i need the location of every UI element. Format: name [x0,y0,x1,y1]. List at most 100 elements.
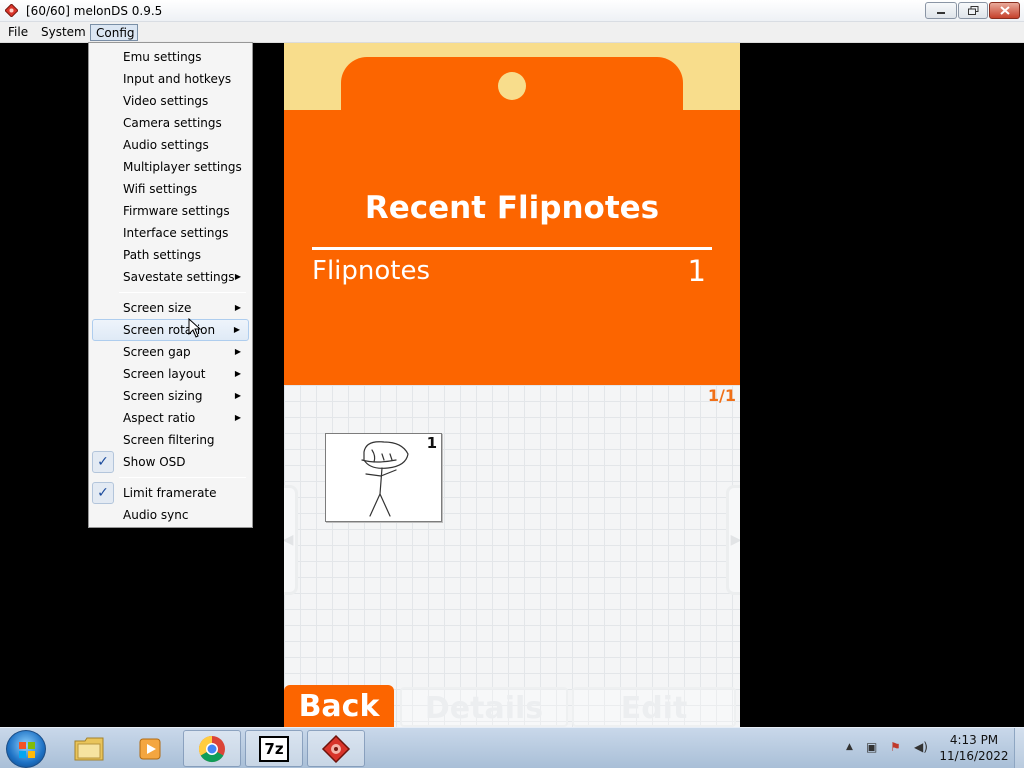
title-divider [312,247,712,250]
taskbar-chrome[interactable] [183,730,241,767]
menu-item-label: Show OSD [123,455,186,469]
menu-screen-size[interactable]: Screen size ▶ [92,297,249,319]
flipnote-thumbnail[interactable]: 1 [325,433,442,522]
menu-config[interactable]: Config [90,24,138,41]
menu-emu-settings[interactable]: Emu settings [92,46,249,68]
menu-item-label: Limit framerate [123,486,217,500]
page-indicator: 1/1 [707,386,736,405]
menu-item-label: Input and hotkeys [123,72,232,86]
arrow-left-icon: ◀ [284,532,294,548]
menu-screen-sizing[interactable]: Screen sizing ▶ [92,385,249,407]
back-button[interactable]: Back [284,685,394,727]
menu-show-osd[interactable]: Show OSD [92,451,249,473]
taskbar-explorer[interactable] [60,730,118,767]
top-dot [498,72,526,100]
submenu-arrow-icon: ▶ [234,413,241,422]
menu-item-label: Aspect ratio [123,411,196,425]
menu-item-label: Path settings [123,248,202,262]
mouse-cursor-icon [188,318,202,338]
menu-item-label: Audio settings [123,138,209,152]
stick-figure-drawing [361,441,409,517]
title-bar: [60/60] melonDS 0.9.5 [0,0,1024,22]
menu-audio-sync[interactable]: Audio sync [92,504,249,526]
menu-audio-settings[interactable]: Audio settings [92,134,249,156]
submenu-arrow-icon: ▶ [234,347,241,356]
ds-display: Recent Flipnotes Flipnotes 1 1/1 ◀ ▶ 1 B [284,43,740,727]
minimize-button[interactable] [925,2,957,19]
volume-icon[interactable]: ◀) [914,740,928,754]
menu-screen-filtering[interactable]: Screen filtering [92,429,249,451]
ds-top-screen: Recent Flipnotes Flipnotes 1 [284,43,740,385]
submenu-arrow-icon: ▶ [234,391,241,400]
taskbar: 7z ▲ ▣ ⚑ ◀) 4:13 PM 11/16/2022 [0,727,1024,768]
7zip-label: 7z [264,739,284,758]
menu-item-label: Audio sync [123,508,189,522]
close-icon [999,6,1010,15]
window-title: [60/60] melonDS 0.9.5 [26,4,163,18]
taskbar-7zip[interactable]: 7z [245,730,303,767]
submenu-arrow-icon: ▶ [234,303,241,312]
menu-multiplayer-settings[interactable]: Multiplayer settings [92,156,249,178]
submenu-arrow-icon: ▶ [233,325,240,334]
show-desktop-button[interactable] [1014,728,1024,768]
taskbar-melonds[interactable] [307,730,365,767]
details-button[interactable]: Details [400,687,568,727]
melonds-app-icon [5,4,18,17]
start-button[interactable] [6,730,46,768]
menu-bar: File System Config [0,22,1024,43]
menu-interface-settings[interactable]: Interface settings [92,222,249,244]
clock-time: 4:13 PM [949,733,999,747]
media-player-icon [139,738,161,759]
thumbnail-number: 1 [426,434,437,452]
menu-item-label: Screen filtering [123,433,215,447]
menu-wifi-settings[interactable]: Wifi settings [92,178,249,200]
tray-expand-icon[interactable]: ▲ [846,742,853,752]
restore-button[interactable] [958,2,988,19]
menu-item-label: Video settings [123,94,209,108]
chrome-icon [198,735,225,762]
menu-item-label: Wifi settings [123,182,198,196]
menu-system[interactable]: System [36,24,91,41]
menu-firmware-settings[interactable]: Firmware settings [92,200,249,222]
submenu-arrow-icon: ▶ [234,272,241,281]
menu-path-settings[interactable]: Path settings [92,244,249,266]
action-center-icon[interactable]: ⚑ [890,740,901,754]
menu-item-label: Multiplayer settings [123,160,242,174]
config-dropdown-menu: Emu settings Input and hotkeys Video set… [88,42,253,528]
7zip-icon: 7z [259,735,289,762]
menu-screen-gap[interactable]: Screen gap ▶ [92,341,249,363]
flipnotes-count: 1 [687,254,706,288]
menu-screen-rotation[interactable]: Screen rotation ▶ [92,319,249,341]
menu-limit-framerate[interactable]: Limit framerate [92,482,249,504]
menu-savestate-settings[interactable]: Savestate settings ▶ [92,266,249,288]
network-icon[interactable]: ▣ [866,740,877,754]
menu-item-label: Screen layout [123,367,206,381]
menu-file[interactable]: File [3,24,33,41]
scroll-left-arrow[interactable]: ◀ [284,485,298,595]
menu-video-settings[interactable]: Video settings [92,90,249,112]
menu-item-label: Screen gap [123,345,191,359]
menu-screen-layout[interactable]: Screen layout ▶ [92,363,249,385]
scroll-right-arrow[interactable]: ▶ [726,485,740,595]
menu-camera-settings[interactable]: Camera settings [92,112,249,134]
restore-icon [967,6,978,15]
menu-item-label: Savestate settings [123,270,235,284]
menu-input-hotkeys[interactable]: Input and hotkeys [92,68,249,90]
taskbar-media-player[interactable] [121,730,179,767]
menu-item-label: Screen size [123,301,192,315]
melonds-icon [321,734,351,763]
menu-item-label: Emu settings [123,50,202,64]
flipnotes-label: Flipnotes [312,256,431,286]
recent-flipnotes-title: Recent Flipnotes [364,190,660,226]
menu-aspect-ratio[interactable]: Aspect ratio ▶ [92,407,249,429]
submenu-arrow-icon: ▶ [234,369,241,378]
menu-item-label: Screen sizing [123,389,203,403]
menu-separator [119,477,246,478]
menu-separator [119,292,246,293]
windows-logo-icon [19,742,35,758]
arrow-right-icon: ▶ [730,532,740,548]
folder-icon [74,737,104,760]
close-button[interactable] [989,2,1020,19]
taskbar-clock[interactable]: 4:13 PM 11/16/2022 [934,732,1014,764]
edit-button[interactable]: Edit [572,687,736,727]
